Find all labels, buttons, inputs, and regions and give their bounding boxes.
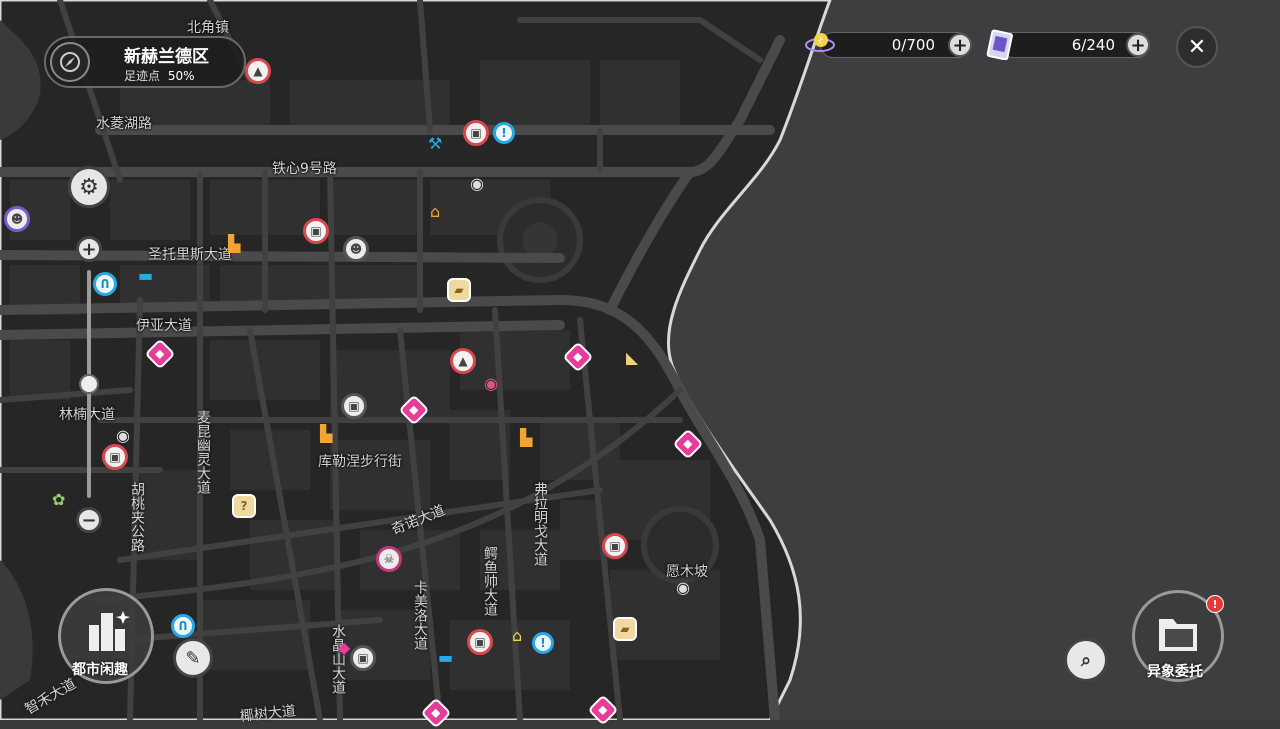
folder-icon: [1159, 619, 1197, 651]
anomaly-commission-label: 异象委托: [1147, 664, 1203, 680]
map-label-yeshu: 椰树大道: [239, 703, 297, 725]
gear-icon: ⚙: [79, 174, 99, 200]
map-label-shuiling: 水菱湖路: [96, 116, 152, 132]
battery-add-button[interactable]: +: [948, 33, 972, 57]
map-label-kule: 库勒涅步行街: [318, 454, 402, 470]
boss-marker-icon[interactable]: ☠: [376, 546, 402, 572]
city-map[interactable]: [0, 0, 1280, 720]
car-marker-icon[interactable]: ▬: [138, 266, 153, 285]
magnet-marker-icon[interactable]: Ո: [171, 614, 195, 638]
zoom-slider-handle[interactable]: [79, 374, 99, 394]
event-small-marker-icon[interactable]: ◆: [338, 638, 350, 657]
notification-badge: !: [1206, 595, 1224, 613]
home-marker-icon[interactable]: ⌂: [430, 202, 440, 221]
bangboo-marker-icon[interactable]: ◉: [676, 578, 690, 597]
map-label-beijiao: 北角镇: [187, 20, 229, 36]
bangboo-marker-icon[interactable]: ◉: [470, 174, 484, 193]
settings-button[interactable]: ⚙: [68, 166, 110, 208]
building-marker-icon[interactable]: ▙: [228, 234, 240, 253]
notes-button[interactable]: ✎: [173, 638, 213, 678]
map-label-eyu: 鳄鱼帅大道: [482, 546, 498, 616]
ticket-value: 6/240: [1071, 36, 1115, 54]
city-buildings-icon: [89, 611, 130, 651]
car-marker-icon[interactable]: ▬: [438, 648, 453, 667]
region-progress: 足迹点 50%: [124, 67, 195, 84]
map-label-shuijing: 水晶山大道: [330, 624, 346, 694]
shop-marker-icon[interactable]: ▣: [463, 120, 489, 146]
map-label-meikun: 麦昆幽灵大道: [195, 410, 211, 494]
map-label-fula: 弗拉明戈大道: [532, 482, 548, 566]
close-button[interactable]: ✕: [1176, 26, 1218, 68]
npc-marker-icon[interactable]: ✿: [52, 490, 65, 509]
shop-marker-icon[interactable]: ▣: [102, 444, 128, 470]
compass-icon[interactable]: [50, 42, 90, 82]
rocket-marker-icon[interactable]: ▲: [245, 58, 271, 84]
city-leisure-label: 都市闲趣: [72, 662, 128, 678]
region-progress-label: 足迹点: [124, 69, 161, 83]
map-label-shengtuo: 圣托里斯大道: [148, 247, 232, 263]
rocket-marker-icon[interactable]: ▲: [450, 348, 476, 374]
map-label-yiya: 伊亚大道: [136, 318, 192, 334]
shop-marker-icon[interactable]: ▣: [467, 629, 493, 655]
battery-value: 0/700: [891, 36, 935, 54]
region-name: 新赫兰德区: [124, 47, 209, 67]
bank-marker-icon[interactable]: ⌂: [512, 626, 522, 645]
zoom-in-button[interactable]: +: [76, 236, 102, 262]
map-label-hutao: 胡桃夹公路: [129, 482, 145, 552]
building-marker-icon[interactable]: ▙: [320, 424, 332, 443]
region-panel[interactable]: 新赫兰德区 足迹点 50%: [44, 36, 246, 88]
ticket-add-button[interactable]: +: [1126, 33, 1150, 57]
map-label-kamei: 卡美洛大道: [412, 580, 428, 650]
shop-marker-icon[interactable]: ▣: [350, 645, 376, 671]
shop-marker-icon[interactable]: ▣: [602, 533, 628, 559]
building-marker-icon[interactable]: ▙: [520, 428, 532, 447]
mystery-box-marker-icon[interactable]: ?: [232, 494, 256, 518]
shop-marker-icon[interactable]: ▣: [303, 218, 329, 244]
bangboo-marker-icon[interactable]: ◉: [116, 426, 130, 445]
map-search-button[interactable]: ⌕: [1064, 638, 1108, 682]
map-label-tiexin: 铁心9号路: [272, 161, 337, 177]
edit-notes-icon: ✎: [185, 647, 201, 669]
card-ticket-icon: [984, 28, 1016, 61]
small-alert-marker-icon[interactable]: ◉: [484, 374, 498, 393]
alert-marker-icon[interactable]: !: [493, 122, 515, 144]
battery-charge-icon: [804, 28, 836, 60]
arrow-marker-icon[interactable]: ◣: [626, 348, 638, 367]
box-marker-icon[interactable]: ▰: [613, 617, 637, 641]
shop-marker-icon[interactable]: ▣: [341, 393, 367, 419]
magnet-marker-icon[interactable]: Ո: [93, 272, 117, 296]
zoom-out-button[interactable]: −: [76, 507, 102, 533]
map-search-icon: ⌕: [1080, 649, 1092, 671]
repair-marker-icon[interactable]: ⚒: [428, 134, 442, 153]
region-progress-value: 50%: [167, 69, 195, 83]
agent-avatar-icon[interactable]: ☻: [4, 206, 30, 232]
alert-marker-icon[interactable]: !: [532, 632, 554, 654]
box-marker-icon[interactable]: ▰: [447, 278, 471, 302]
character-marker-icon[interactable]: ☻: [343, 236, 369, 262]
